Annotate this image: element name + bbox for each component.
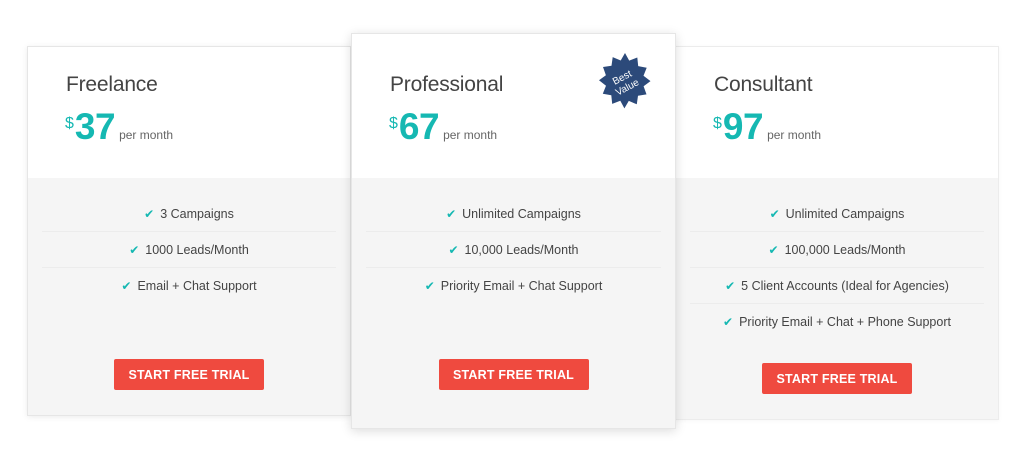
price-period: per month [443,128,498,142]
feature-label: Unlimited Campaigns [462,206,581,221]
feature-label: Email + Chat Support [137,279,257,293]
price-amount: 97 [722,106,764,147]
feature-label: Unlimited Campaigns [785,206,905,221]
check-icon: ✔ [723,315,734,329]
plan-name: Professional [390,73,504,96]
pricing-table: Freelance $ 37 per month ✔ 3 Campaigns ✔ 1… [0,0,1024,449]
price-amount: 37 [74,106,116,147]
plan-name: Freelance [66,73,158,96]
feature-label: 1000 Leads/Month [145,242,249,257]
check-icon: ✔ [446,206,457,221]
feature-label: Priority Email + Chat + Phone Support [739,315,951,329]
feature-item: ✔ Priority Email + Chat Support [366,268,661,304]
feature-label: Priority Email + Chat Support [440,279,603,293]
feature-item: ✔ Unlimited Campaigns [366,196,661,232]
feature-list: ✔ 3 Campaigns ✔ 1000 Leads/Month ✔ Email + … [28,196,350,304]
start-free-trial-button[interactable]: START FREE TRIAL [762,363,912,394]
plan-header: Consultant $ 97 per month [676,47,998,178]
check-icon: ✔ [424,279,435,293]
currency-symbol: $ [713,115,722,132]
plan-name: Consultant [714,73,813,96]
feature-item: ✔ Email + Chat Support [42,268,336,304]
price-period: per month [119,128,174,142]
currency-symbol: $ [389,115,398,132]
check-icon: ✔ [129,242,140,257]
feature-list: ✔ Unlimited Campaigns ✔ 100,000 Leads/Mont… [676,196,998,340]
check-icon: ✔ [725,278,736,293]
feature-item: ✔ 3 Campaigns [42,196,336,232]
feature-item: ✔ 10,000 Leads/Month [366,232,661,268]
feature-list: ✔ Unlimited Campaigns ✔ 10,000 Leads/Month… [352,196,675,304]
price-amount: 67 [398,106,440,147]
plan-card-freelance: Freelance $ 37 per month ✔ 3 Campaigns ✔ 1… [27,46,351,416]
feature-label: 5 Client Accounts (Ideal for Agencies) [741,278,949,293]
plan-header: Freelance $ 37 per month [28,47,350,178]
plan-card-consultant: Consultant $ 97 per month ✔ Unlimited Cam… [675,46,999,420]
plan-header: Professional $ 67 per month Best Value [352,34,675,178]
start-free-trial-button[interactable]: START FREE TRIAL [438,359,589,390]
price: $ 67 per month [389,107,497,147]
feature-item: ✔ 5 Client Accounts (Ideal for Agencies) [690,268,984,304]
start-free-trial-button[interactable]: START FREE TRIAL [114,359,264,390]
check-icon: ✔ [769,206,780,221]
check-icon: ✔ [121,279,132,293]
feature-item: ✔ 100,000 Leads/Month [690,232,984,268]
feature-item: ✔ Unlimited Campaigns [690,196,984,232]
check-icon: ✔ [144,206,155,221]
price: $ 37 per month [65,107,173,147]
price-period: per month [767,128,822,142]
feature-label: 3 Campaigns [160,206,234,221]
feature-item: ✔ Priority Email + Chat + Phone Support [690,304,984,340]
check-icon: ✔ [768,242,779,257]
price: $ 97 per month [713,107,821,147]
feature-item: ✔ 1000 Leads/Month [42,232,336,268]
best-value-badge: Best Value [594,52,656,114]
feature-label: 10,000 Leads/Month [464,242,579,257]
check-icon: ✔ [448,242,459,257]
feature-label: 100,000 Leads/Month [784,242,906,257]
plan-card-professional: Professional $ 67 per month Best Value ✔… [351,33,676,429]
currency-symbol: $ [65,115,74,132]
